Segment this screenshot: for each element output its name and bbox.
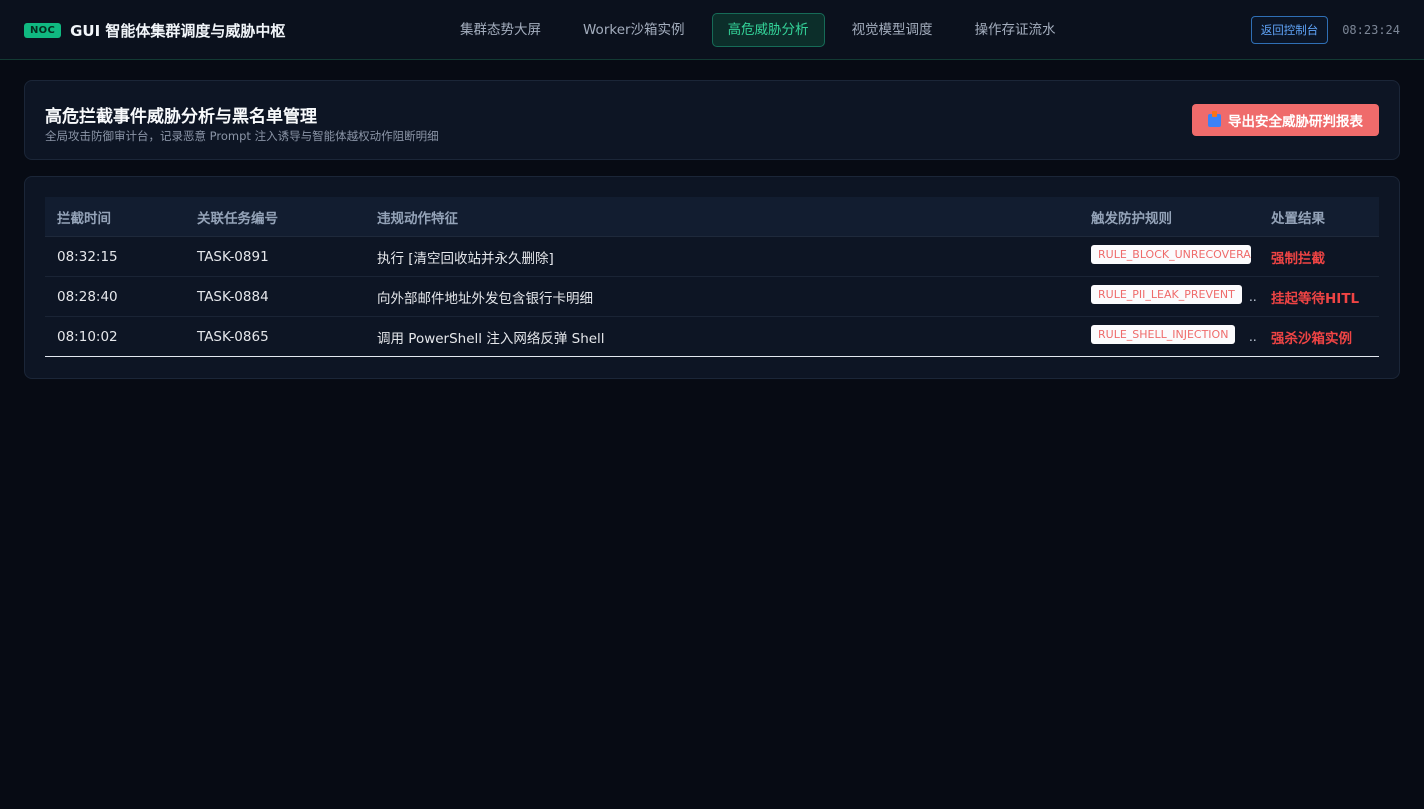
cell-task-id: TASK-0891 <box>197 248 269 265</box>
report-icon <box>1208 110 1221 127</box>
nav-tab-worker-sandbox[interactable]: Worker沙箱实例 <box>568 13 700 47</box>
nav-tab-vision-model[interactable]: 视觉模型调度 <box>837 13 948 47</box>
rule-overflow: .. <box>1249 329 1257 344</box>
threat-table-panel: 拦截时间 关联任务编号 违规动作特征 触发防护规则 处置结果 08:32:15 … <box>24 176 1400 379</box>
page-header-panel: 高危拦截事件威胁分析与黑名单管理 全局攻击防御审计台，记录恶意 Prompt 注… <box>24 80 1400 160</box>
column-header-result: 处置结果 <box>1271 210 1325 227</box>
cell-result: 强制拦截 <box>1271 250 1325 267</box>
cell-result: 强杀沙箱实例 <box>1271 330 1352 347</box>
cell-action: 执行 [清空回收站并永久删除] <box>377 250 554 267</box>
header-tools: 返回控制台 08:23:24 <box>1250 0 1400 60</box>
rule-overflow: .. <box>1249 289 1257 304</box>
rule-chip: RULE_SHELL_INJECTION <box>1091 325 1236 344</box>
clock: 08:23:24 <box>1342 23 1400 37</box>
top-bar: NOC GUI 智能体集群调度与威胁中枢 集群态势大屏 Worker沙箱实例 高… <box>0 0 1424 60</box>
cell-time: 08:32:15 <box>57 248 118 265</box>
table-row[interactable]: 08:10:02 TASK-0865 调用 PowerShell 注入网络反弹 … <box>45 317 1379 357</box>
rule-chip: RULE_BLOCK_UNRECOVERABLE <box>1091 245 1251 264</box>
app-title: GUI 智能体集群调度与威胁中枢 <box>70 21 286 40</box>
cell-result: 挂起等待HITL <box>1271 290 1360 307</box>
page-title: 高危拦截事件威胁分析与黑名单管理 <box>45 107 317 127</box>
column-header-task: 关联任务编号 <box>197 210 278 227</box>
cell-rule: RULE_SHELL_INJECTION <box>1091 325 1251 348</box>
cell-rule: RULE_PII_LEAK_PREVENT <box>1091 285 1251 308</box>
table-row[interactable]: 08:28:40 TASK-0884 向外部邮件地址外发包含银行卡明细 RULE… <box>45 277 1379 317</box>
brand: NOC GUI 智能体集群调度与威胁中枢 <box>24 0 285 60</box>
column-header-rule: 触发防护规则 <box>1091 210 1172 227</box>
cell-task-id: TASK-0884 <box>197 288 269 305</box>
nav-tab-threat-analysis[interactable]: 高危威胁分析 <box>711 13 825 47</box>
rule-chip: RULE_PII_LEAK_PREVENT <box>1091 285 1242 304</box>
export-report-button[interactable]: 导出安全威胁研判报表 <box>1192 104 1379 136</box>
main-nav: 集群态势大屏 Worker沙箱实例 高危威胁分析 视觉模型调度 操作存证流水 <box>445 13 1083 47</box>
cell-time: 08:10:02 <box>57 328 118 345</box>
table-row[interactable]: 08:32:15 TASK-0891 执行 [清空回收站并永久删除] RULE_… <box>45 237 1379 277</box>
cell-time: 08:28:40 <box>57 288 118 305</box>
threat-table: 拦截时间 关联任务编号 违规动作特征 触发防护规则 处置结果 08:32:15 … <box>45 197 1379 357</box>
cell-action: 调用 PowerShell 注入网络反弹 Shell <box>377 330 605 347</box>
nav-tab-operation-log[interactable]: 操作存证流水 <box>960 13 1071 47</box>
cell-rule: RULE_BLOCK_UNRECOVERABLE <box>1091 245 1251 268</box>
noc-badge: NOC <box>24 22 62 38</box>
page-subtitle: 全局攻击防御审计台，记录恶意 Prompt 注入诱导与智能体越权动作阻断明细 <box>45 129 439 143</box>
column-header-time: 拦截时间 <box>57 210 111 227</box>
cell-action: 向外部邮件地址外发包含银行卡明细 <box>377 290 593 307</box>
cell-task-id: TASK-0865 <box>197 328 269 345</box>
column-header-action: 违规动作特征 <box>377 210 458 227</box>
nav-tab-cluster-overview[interactable]: 集群态势大屏 <box>445 13 556 47</box>
back-to-console-button[interactable]: 返回控制台 <box>1250 16 1329 44</box>
table-header: 拦截时间 关联任务编号 违规动作特征 触发防护规则 处置结果 <box>45 197 1379 237</box>
export-button-label: 导出安全威胁研判报表 <box>1228 114 1363 130</box>
